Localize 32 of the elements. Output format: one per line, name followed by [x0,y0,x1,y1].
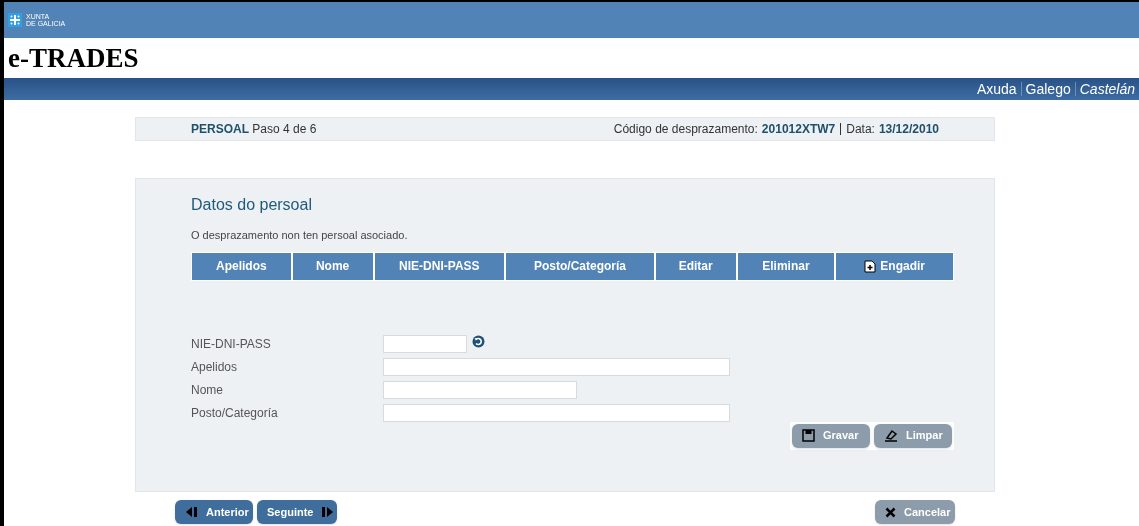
input-field[interactable] [383,357,730,376]
column-header: Editar [655,252,736,280]
refresh-icon[interactable] [472,335,485,348]
column-header: NIE-DNI-PASS [374,252,505,280]
app-title: e-TRADES [8,41,139,75]
add-button[interactable]: Engadir [836,252,953,280]
logo-icon [8,13,22,27]
column-header: Eliminar [737,252,835,280]
eraser-icon [884,429,898,442]
input-field[interactable] [383,334,467,353]
column-header: Posto/Categoría [506,252,654,280]
header-link[interactable]: Castelán [1079,78,1135,100]
field-label: Apelidos [191,358,239,376]
header-link[interactable]: Galego [1025,78,1071,100]
header-link[interactable]: Axuda [976,78,1017,100]
section-title: Datos do persoal [191,195,313,215]
action-button[interactable]: Seguinte [257,500,337,524]
field-label: NIE-DNI-PASS [191,335,272,353]
empty-message: O desprazamento non ten persoal asociado. [191,228,409,243]
column-header: Apelidos [192,252,291,280]
input-field[interactable] [383,380,577,399]
action-button[interactable]: Anterior [175,500,253,524]
travel-code-and-date: Código de desprazamento: 201012XTW7 Data: 13/12/2010 [613,121,939,138]
field-label: Posto/Categoría [191,404,279,422]
field-label: Nome [191,381,224,399]
next-icon [321,506,335,518]
step-indicator: PERSOAL Paso 4 de 6 [191,121,317,138]
input-field[interactable] [383,403,730,422]
add-document-icon [864,259,877,273]
column-header: Nome [292,252,373,280]
close-icon [885,506,896,518]
previous-icon [185,506,198,518]
